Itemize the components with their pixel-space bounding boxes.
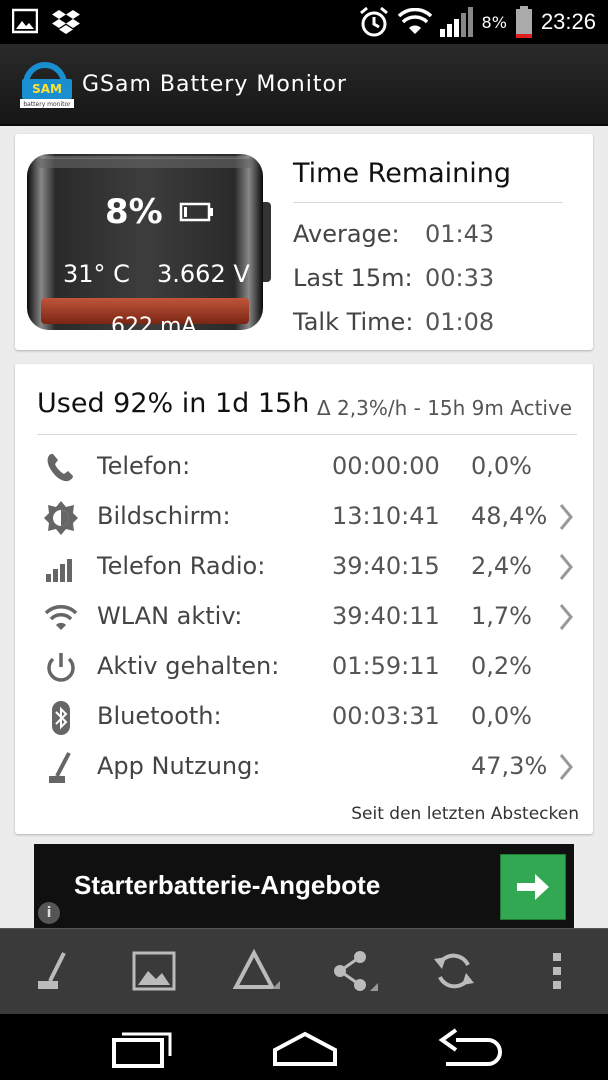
usage-name: Telefon Radio: xyxy=(97,552,266,580)
usage-percent: 48,4% xyxy=(471,502,548,530)
usage-row-bluetooth[interactable]: Bluetooth: 00:03:31 0,0% xyxy=(15,694,593,744)
usage-row-bildschirm[interactable]: Bildschirm: 13:10:41 48,4% xyxy=(15,494,593,544)
divider xyxy=(293,202,563,203)
chevron-right-icon xyxy=(559,504,573,530)
refresh-icon[interactable] xyxy=(430,947,478,995)
usage-name: Bildschirm: xyxy=(97,502,231,530)
row-value: 01:08 xyxy=(425,308,495,336)
usage-time: 00:00:00 xyxy=(332,452,440,480)
signal-status-icon xyxy=(439,7,473,37)
row-label: Talk Time: xyxy=(293,308,414,336)
ad-go-button[interactable] xyxy=(500,854,566,920)
usage-time: 13:10:41 xyxy=(332,502,440,530)
chevron-right-icon xyxy=(559,604,573,630)
home-icon[interactable] xyxy=(270,1028,340,1068)
navigation-bar xyxy=(0,1014,608,1080)
usage-time: 39:40:11 xyxy=(332,602,440,630)
usage-row-app-nutzung[interactable]: App Nutzung: 47,3% xyxy=(15,744,593,794)
usage-name: WLAN aktiv: xyxy=(97,602,243,630)
time-remaining-talktime: Talk Time: 01:08 xyxy=(293,308,494,336)
delta-icon[interactable] xyxy=(232,947,280,995)
battery-percent-text: 8% xyxy=(481,12,507,32)
battery-status-icon xyxy=(515,6,532,38)
svg-text:battery monitor: battery monitor xyxy=(23,101,71,108)
battery-voltage: 3.662 V xyxy=(157,260,250,288)
time-remaining-title: Time Remaining xyxy=(293,158,512,189)
svg-text:SAM: SAM xyxy=(32,82,62,96)
share-icon[interactable] xyxy=(330,947,378,995)
signal-icon xyxy=(46,559,72,582)
alarm-icon xyxy=(359,6,388,37)
usage-subtitle: Δ 2,3%/h - 15h 9m Active xyxy=(317,396,573,420)
usage-time: 39:40:15 xyxy=(332,552,440,580)
brightness-icon xyxy=(44,501,78,535)
battery-percent: 8% xyxy=(105,192,163,232)
usage-percent: 0,0% xyxy=(471,452,532,480)
ad-info-icon[interactable]: i xyxy=(38,902,60,924)
usage-name: Telefon: xyxy=(97,452,191,480)
usage-row-aktiv-gehalten[interactable]: Aktiv gehalten: 01:59:11 0,2% xyxy=(15,644,593,694)
usage-card: Used 92% in 1d 15h Δ 2,3%/h - 15h 9m Act… xyxy=(15,364,593,834)
phone-icon xyxy=(47,454,73,482)
battery-card: 8% 31° C 3.662 V 622 mA Time Remaining A… xyxy=(15,134,593,350)
battery-temperature: 31° C xyxy=(63,260,130,288)
app-title: GSam Battery Monitor xyxy=(82,72,347,97)
usage-time: 01:59:11 xyxy=(332,652,440,680)
arrow-right-icon xyxy=(517,874,549,900)
back-icon[interactable] xyxy=(436,1028,506,1068)
usage-row-telefon[interactable]: Telefon: 00:00:00 0,0% xyxy=(15,444,593,494)
divider xyxy=(37,434,577,435)
usage-name: Bluetooth: xyxy=(97,702,222,730)
clock: 23:26 xyxy=(540,9,596,34)
usage-time: 00:03:31 xyxy=(332,702,440,730)
mini-battery-icon xyxy=(179,202,213,222)
usage-percent: 47,3% xyxy=(471,752,548,780)
battery-current: 622 mA xyxy=(111,314,197,339)
usage-name: App Nutzung: xyxy=(97,752,261,780)
app-usage-icon xyxy=(49,752,71,783)
power-icon xyxy=(47,653,75,682)
row-value: 01:43 xyxy=(425,220,495,248)
usage-title: Used 92% in 1d 15h xyxy=(37,388,310,419)
row-value: 00:33 xyxy=(425,264,495,292)
time-remaining-average: Average: 01:43 xyxy=(293,220,494,248)
recent-apps-icon[interactable] xyxy=(104,1028,174,1068)
usage-percent: 0,0% xyxy=(471,702,532,730)
overflow-menu-icon[interactable] xyxy=(534,947,582,995)
time-remaining-last15m: Last 15m: 00:33 xyxy=(293,264,494,292)
chevron-right-icon xyxy=(559,754,573,780)
app-usage-icon[interactable] xyxy=(30,947,78,995)
battery-graphic: 8% 31° C 3.662 V 622 mA xyxy=(27,154,277,339)
usage-percent: 0,2% xyxy=(471,652,532,680)
ad-banner[interactable]: Starterbatterie-Angebote i xyxy=(34,844,574,928)
action-bar: SAM battery monitor GSam Battery Monitor xyxy=(0,44,608,126)
gsam-logo: SAM battery monitor xyxy=(20,62,74,108)
wifi-status-icon xyxy=(397,8,432,34)
row-label: Last 15m: xyxy=(293,264,413,292)
bluetooth-icon xyxy=(52,701,70,735)
image-icon[interactable] xyxy=(130,947,178,995)
usage-row-wlan[interactable]: WLAN aktiv: 39:40:11 1,7% xyxy=(15,594,593,644)
usage-percent: 2,4% xyxy=(471,552,532,580)
usage-percent: 1,7% xyxy=(471,602,532,630)
usage-row-telefon-radio[interactable]: Telefon Radio: 39:40:15 2,4% xyxy=(15,544,593,594)
image-notification-icon xyxy=(12,8,38,34)
row-label: Average: xyxy=(293,220,400,248)
bottom-action-bar xyxy=(0,928,608,1015)
dropbox-icon xyxy=(52,10,80,34)
status-bar: 8% 23:26 xyxy=(0,0,608,44)
wifi-icon xyxy=(44,605,78,630)
ad-text[interactable]: Starterbatterie-Angebote xyxy=(74,870,380,901)
usage-name: Aktiv gehalten: xyxy=(97,652,280,680)
battery-body-icon xyxy=(27,154,271,330)
usage-footnote: Seit den letzten Abstecken xyxy=(351,804,579,824)
chevron-right-icon xyxy=(559,554,573,580)
